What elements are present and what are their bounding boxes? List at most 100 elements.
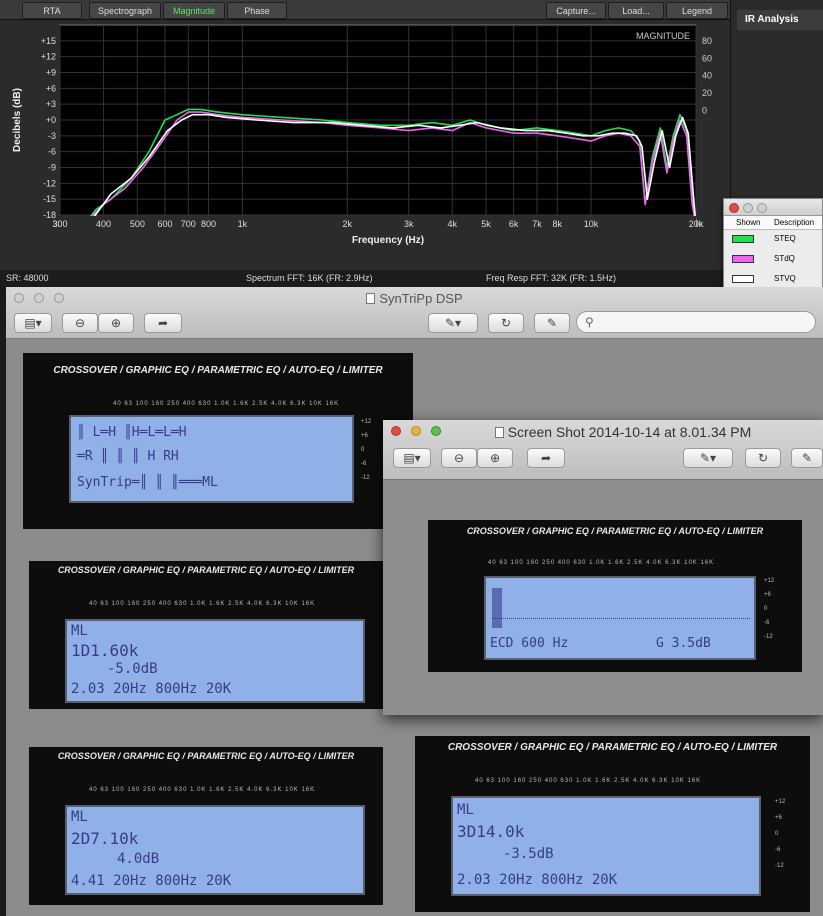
y-tick-label: +9 bbox=[46, 68, 56, 78]
share-button[interactable]: ➦ bbox=[144, 313, 182, 333]
edit-button[interactable]: ✎ bbox=[534, 313, 570, 333]
rotate-button[interactable]: ↻ bbox=[745, 448, 781, 468]
legend-header-description: Description bbox=[774, 218, 815, 227]
zoom-icon[interactable] bbox=[757, 203, 767, 213]
sidebar-toggle-button[interactable]: ▤▾ bbox=[14, 313, 52, 333]
rotate-button[interactable]: ↻ bbox=[488, 313, 524, 333]
y2-tick-label: 20 bbox=[702, 88, 712, 98]
lcd-line: 2.03 20Hz 800Hz 20K bbox=[457, 872, 618, 888]
lcd-line: 4.41 20Hz 800Hz 20K bbox=[71, 873, 232, 889]
tab-phase[interactable]: Phase bbox=[227, 2, 287, 19]
y-axis-label: Decibels (dB) bbox=[12, 88, 23, 152]
legend-swatch bbox=[732, 235, 754, 243]
eq-band-marker bbox=[492, 588, 502, 628]
edit-button[interactable]: ✎ bbox=[791, 448, 823, 468]
frequency-scale: 40 63 100 160 250 400 630 1.0K 1.6K 2.5K… bbox=[488, 560, 715, 566]
freq-resp-fft-label: Freq Resp FFT: 32K (FR: 1.5Hz) bbox=[486, 273, 617, 283]
x-tick-label: 400 bbox=[96, 219, 111, 229]
share-button[interactable]: ➦ bbox=[527, 448, 565, 468]
x-tick-label: 6k bbox=[509, 219, 519, 229]
lcd-line: ML bbox=[71, 623, 88, 639]
document-icon bbox=[366, 293, 376, 304]
x-tick-label: 2k bbox=[343, 219, 353, 229]
frequency-scale: 40 63 100 160 250 400 630 1.0K 1.6K 2.5K… bbox=[89, 787, 316, 793]
legend-row[interactable]: STEQ bbox=[724, 230, 822, 250]
legend-swatch bbox=[732, 275, 754, 283]
y-tick-label: +15 bbox=[41, 36, 56, 46]
photo-header: CROSSOVER / GRAPHIC EQ / PARAMETRIC EQ /… bbox=[447, 742, 778, 753]
search-input[interactable]: ⚲ bbox=[576, 311, 816, 333]
annotate-button[interactable]: ✎▾ bbox=[683, 448, 733, 468]
analyzer-status-bar: SR: 48000 Spectrum FFT: 16K (FR: 2.9Hz) … bbox=[0, 270, 730, 286]
x-tick-label: 600 bbox=[157, 219, 172, 229]
lcd-photo: CROSSOVER / GRAPHIC EQ / PARAMETRIC EQ /… bbox=[415, 736, 810, 912]
screenshot-window: Screen Shot 2014-10-14 at 8.01.34 PM ▤▾ … bbox=[383, 420, 823, 715]
load-button[interactable]: Load... bbox=[608, 2, 664, 19]
close-icon[interactable] bbox=[729, 203, 739, 213]
lcd-photo: CROSSOVER / GRAPHIC EQ / PARAMETRIC EQ /… bbox=[428, 520, 802, 672]
legend-row[interactable]: STdQ bbox=[724, 250, 822, 270]
zoom-out-button[interactable]: ⊖ bbox=[62, 313, 98, 333]
y-tick-label: +3 bbox=[46, 99, 56, 109]
desktop: RTA Spectrograph Magnitude Phase Capture… bbox=[0, 0, 823, 916]
photo-header: CROSSOVER / GRAPHIC EQ / PARAMETRIC EQ /… bbox=[57, 565, 355, 575]
analyzer-tab-bar: RTA Spectrograph Magnitude Phase Capture… bbox=[0, 0, 730, 20]
y2-tick-label: 60 bbox=[702, 53, 712, 63]
legend-label: STEQ bbox=[774, 234, 796, 243]
photo-header: CROSSOVER / GRAPHIC EQ / PARAMETRIC EQ /… bbox=[53, 365, 383, 376]
legend-button[interactable]: Legend bbox=[666, 2, 728, 19]
frequency-scale: 40 63 100 160 250 400 630 1.0K 1.6K 2.5K… bbox=[475, 778, 702, 784]
sample-rate-label: SR: 48000 bbox=[6, 273, 49, 283]
db-scale: +12 +6 0 -6 -12 bbox=[764, 578, 775, 640]
screenshot-content: CROSSOVER / GRAPHIC EQ / PARAMETRIC EQ /… bbox=[383, 480, 823, 715]
zoom-in-button[interactable]: ⊕ bbox=[98, 313, 134, 333]
ir-analysis-title: IR Analysis bbox=[737, 10, 823, 30]
lcd-line: 4.0dB bbox=[117, 851, 160, 867]
legend-swatch bbox=[732, 255, 754, 263]
lcd-display: ║ L═H ║H═L═L═H ═R ║ ║ ║ H RH SynTrip═║ ║… bbox=[69, 415, 354, 503]
y-tick-label: +0 bbox=[46, 115, 56, 125]
tab-spectrograph[interactable]: Spectrograph bbox=[89, 2, 161, 19]
lcd-line: 1D1.60k bbox=[71, 641, 139, 660]
capture-button[interactable]: Capture... bbox=[546, 2, 606, 19]
search-icon: ⚲ bbox=[585, 315, 594, 329]
dsp-window-title: SynTriPp DSP bbox=[6, 291, 823, 306]
lcd-photo: CROSSOVER / GRAPHIC EQ / PARAMETRIC EQ /… bbox=[29, 747, 383, 905]
x-tick-label: 10k bbox=[584, 219, 599, 229]
x-tick-label: 800 bbox=[201, 219, 216, 229]
chart-title: MAGNITUDE bbox=[636, 31, 690, 41]
frequency-scale: 40 63 100 160 250 400 630 1.0K 1.6K 2.5K… bbox=[89, 601, 316, 607]
zoom-in-button[interactable]: ⊕ bbox=[477, 448, 513, 468]
legend-label: STVQ bbox=[774, 274, 796, 283]
sidebar-toggle-button[interactable]: ▤▾ bbox=[393, 448, 431, 468]
x-axis-label: Frequency (Hz) bbox=[352, 235, 424, 246]
lcd-line: ║ L═H ║H═L═L═H bbox=[77, 425, 187, 440]
zoom-out-button[interactable]: ⊖ bbox=[441, 448, 477, 468]
db-scale: +12 +6 0 -6 -12 bbox=[775, 799, 786, 869]
x-tick-label: 20k bbox=[689, 219, 704, 229]
lcd-photo: CROSSOVER / GRAPHIC EQ / PARAMETRIC EQ /… bbox=[23, 353, 413, 529]
lcd-line: ML bbox=[457, 802, 474, 818]
legend-header: Shown Description bbox=[724, 216, 822, 230]
x-tick-label: 5k bbox=[481, 219, 491, 229]
y-tick-label: +12 bbox=[41, 52, 56, 62]
frequency-scale: 40 63 100 160 250 400 630 1.0K 1.6K 2.5K… bbox=[113, 401, 340, 407]
x-tick-label: 700 bbox=[181, 219, 196, 229]
screenshot-window-title: Screen Shot 2014-10-14 at 8.01.34 PM bbox=[383, 424, 823, 440]
tab-magnitude[interactable]: Magnitude bbox=[163, 2, 225, 19]
lcd-line: G 3.5dB bbox=[656, 636, 711, 651]
minimize-icon[interactable] bbox=[743, 203, 753, 213]
x-tick-label: 300 bbox=[52, 219, 67, 229]
x-tick-label: 1k bbox=[238, 219, 248, 229]
legend-header-shown: Shown bbox=[736, 218, 761, 227]
tab-rta[interactable]: RTA bbox=[22, 2, 82, 19]
y-tick-label: -9 bbox=[48, 163, 56, 173]
annotate-button[interactable]: ✎▾ bbox=[428, 313, 478, 333]
x-tick-label: 8k bbox=[552, 219, 562, 229]
legend-titlebar bbox=[724, 199, 822, 216]
lcd-display: ECD 600 Hz G 3.5dB bbox=[484, 576, 756, 660]
lcd-display: ML 1D1.60k -5.0dB 2.03 20Hz 800Hz 20K bbox=[65, 619, 365, 703]
photo-header: CROSSOVER / GRAPHIC EQ / PARAMETRIC EQ /… bbox=[57, 751, 355, 761]
y2-tick-label: 0 bbox=[702, 106, 707, 116]
y-tick-label: +6 bbox=[46, 83, 56, 93]
